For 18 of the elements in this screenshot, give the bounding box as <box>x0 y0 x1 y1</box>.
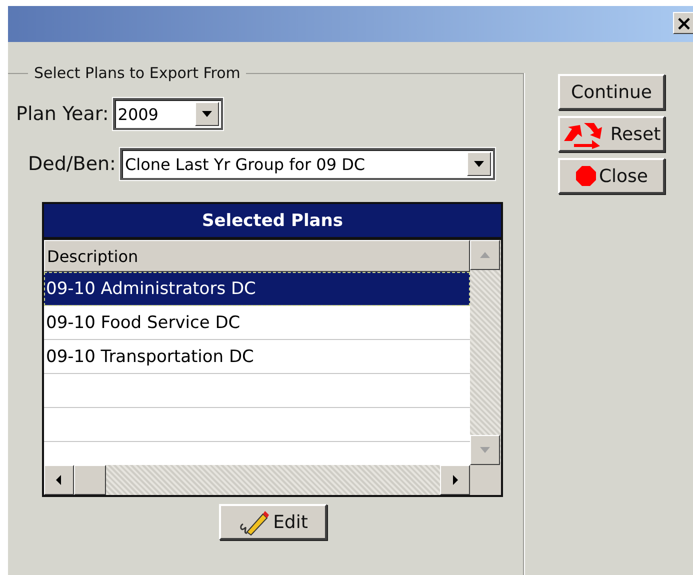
grid-title: Selected Plans <box>44 204 501 240</box>
field-label: Plan Year: <box>16 103 109 125</box>
table-row[interactable]: 09-10 Administrators DC <box>44 272 470 306</box>
reset-button[interactable]: Reset <box>558 116 665 152</box>
pencil-icon <box>237 508 272 536</box>
group-legend: Select Plans to Export From <box>28 64 246 82</box>
edit-button[interactable]: Edit <box>218 504 326 540</box>
horizontal-scrollbar[interactable] <box>44 465 470 495</box>
close-button[interactable]: Close <box>558 158 665 194</box>
ded-ben-dropdown[interactable]: Clone Last Yr Group for 09 DC <box>120 148 495 180</box>
field-label: Ded/Ben: <box>28 153 116 175</box>
column-header[interactable]: Description <box>44 240 470 272</box>
stop-icon <box>574 165 597 187</box>
continue-button[interactable]: Continue <box>558 74 665 110</box>
scroll-thumb[interactable] <box>74 465 106 495</box>
vertical-scrollbar[interactable] <box>470 240 501 465</box>
plan-year-dropdown[interactable]: 2009 <box>112 98 223 130</box>
close-button[interactable]: × <box>673 12 693 34</box>
